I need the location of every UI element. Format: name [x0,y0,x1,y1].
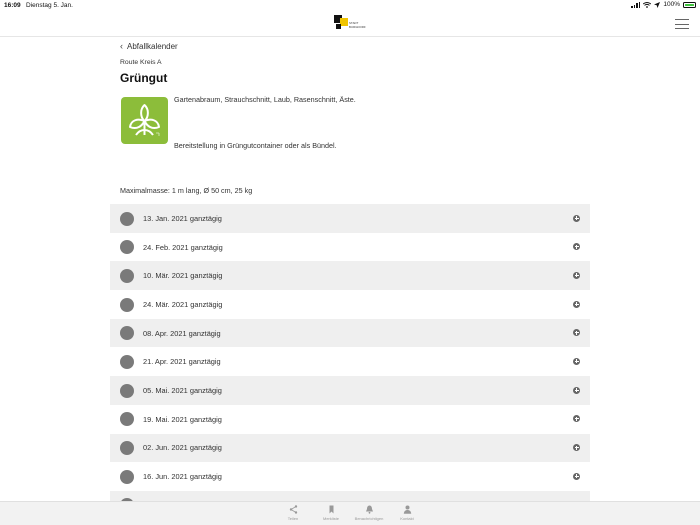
tab-contact[interactable]: Kontakt [387,505,427,521]
status-date: Dienstag 5. Jan. [26,2,73,9]
tab-share[interactable]: Teilen [273,505,313,521]
bottom-tab-bar: Teilen Merkliste Benachrichtigen Kontakt [0,501,700,525]
page-title: Grüngut [120,71,168,85]
pickup-date: 16. Jun. 2021 ganztägig [143,472,222,482]
add-to-calendar-icon[interactable] [573,415,580,423]
list-item[interactable]: 24. Mär. 2021 ganztägig [110,290,590,319]
tab-notifications[interactable]: Benachrichtigen [349,505,389,521]
add-to-calendar-icon[interactable] [573,329,580,337]
list-item[interactable]: 24. Feb. 2021 ganztägig [110,233,590,262]
bell-icon [365,505,373,514]
leaf-icon [120,441,134,455]
pickup-date: 24. Mär. 2021 ganztägig [143,299,223,309]
category-instructions: Bereitstellung in Grüngutcontainer oder … [174,141,337,150]
battery-icon [683,1,696,8]
list-item[interactable]: 10. Mär. 2021 ganztägig [110,261,590,291]
leaf-icon [120,297,134,312]
pickup-date: 21. Apr. 2021 ganztägig [143,357,221,367]
pickup-date: 08. Apr. 2021 ganztägig [143,328,221,338]
max-mass-info: Maximalmasse: 1 m lang, Ø 50 cm, 25 kg [120,186,253,195]
list-item[interactable]: 13. Jan. 2021 ganztägig [110,204,590,233]
leaf-icon [120,211,134,226]
logo-line2: BURGDORF [349,25,366,29]
location-icon [654,1,661,8]
app-header: STADT BURGDORF [0,11,700,37]
list-item[interactable]: 02. Jun. 2021 ganztägig [110,433,590,463]
wifi-icon [643,1,652,8]
status-time: 16:09 [4,2,21,9]
add-to-calendar-icon[interactable] [573,271,580,279]
list-item[interactable]: 08. Apr. 2021 ganztägig [110,318,590,348]
list-item[interactable]: 19. Mai. 2021 ganztägig [110,405,590,434]
pickup-date: 19. Mai. 2021 ganztägig [143,414,222,424]
list-item[interactable]: 21. Apr. 2021 ganztägig [110,347,590,376]
share-icon [289,505,297,514]
add-to-calendar-icon[interactable] [573,243,580,251]
pickup-date: 05. Mai. 2021 ganztägig [143,385,222,395]
list-item[interactable]: 16. Jun. 2021 ganztägig [110,462,590,491]
leaf-icon [120,268,134,283]
back-label: Abfallkalender [127,41,178,51]
signal-icon [631,1,641,8]
leaf-icon [120,326,134,341]
tab-bookmarks[interactable]: Merkliste [311,505,351,521]
pickup-date: 02. Jun. 2021 ganztägig [143,443,222,453]
leaf-icon [120,240,134,255]
tab-label: Kontakt [400,516,414,521]
bookmark-icon [329,505,333,514]
add-to-calendar-icon[interactable] [573,444,580,451]
hamburger-menu-icon[interactable] [675,19,689,29]
leaf-icon [120,383,134,398]
status-bar: 16:09 Dienstag 5. Jan. 100% [0,0,700,11]
person-icon [403,505,411,514]
tab-label: Teilen [287,516,299,521]
chevron-left-icon: ‹ [120,41,123,51]
leaf-icon [120,412,134,427]
add-to-calendar-icon[interactable] [573,472,580,480]
tab-label: Merkliste [322,516,339,521]
category-description: Gartenabraum, Strauchschnitt, Laub, Rase… [174,95,356,104]
back-link[interactable]: ‹ Abfallkalender [120,41,178,51]
list-item[interactable]: 05. Mai. 2021 ganztägig [110,376,590,405]
city-logo[interactable]: STADT BURGDORF [334,15,370,33]
add-to-calendar-icon[interactable] [573,386,580,394]
leaf-icon [120,469,134,484]
category-leaf-icon [121,97,168,144]
add-to-calendar-icon[interactable] [573,357,580,365]
route-label: Route Kreis A [120,59,162,66]
pickup-date: 13. Jan. 2021 ganztägig [143,213,222,223]
pickup-dates-list: 13. Jan. 2021 ganztägig 24. Feb. 2021 ga… [110,204,590,520]
status-indicators: 100% [631,1,696,8]
pickup-date: 24. Feb. 2021 ganztägig [143,242,223,252]
pickup-date: 10. Mär. 2021 ganztägig [143,271,223,281]
tab-label: Benachrichtigen [354,516,384,521]
battery-percent: 100% [663,1,680,8]
add-to-calendar-icon[interactable] [573,214,580,222]
leaf-icon [120,354,134,369]
add-to-calendar-icon[interactable] [573,300,580,308]
